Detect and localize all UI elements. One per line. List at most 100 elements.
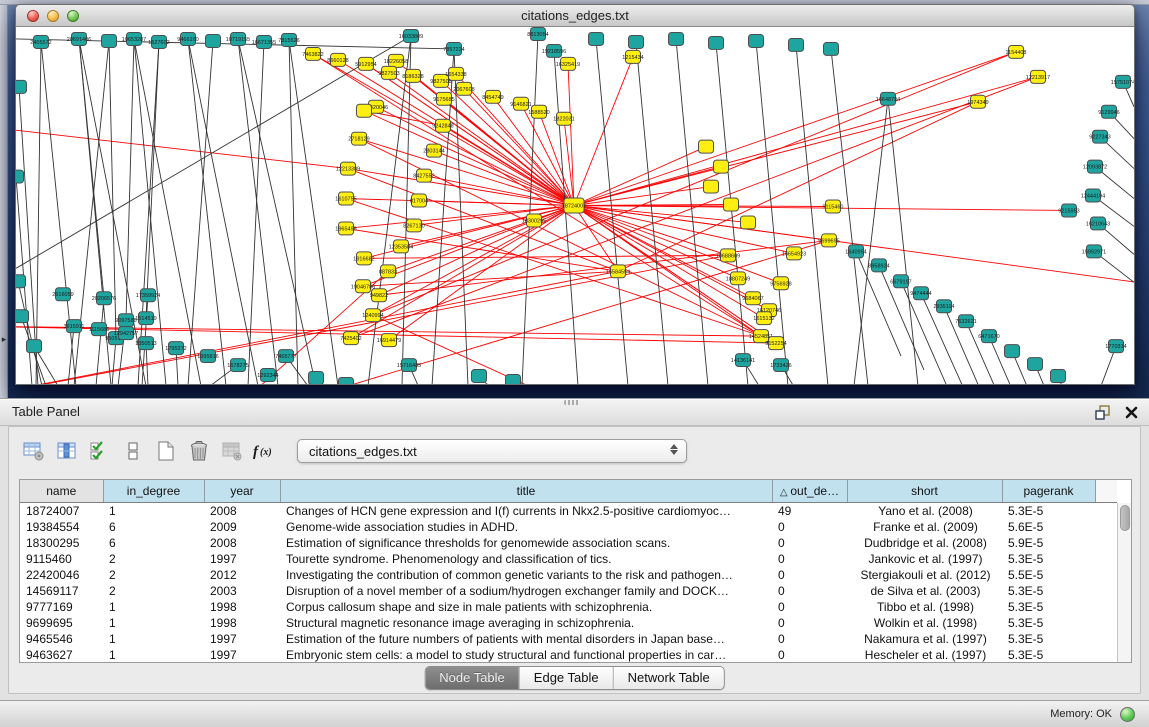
graph-node[interactable]: 8660128 <box>327 53 348 66</box>
graph-node[interactable] <box>699 140 714 153</box>
graph-node[interactable]: 1240994 <box>362 309 383 322</box>
graph-node[interactable]: 2405572 <box>30 35 51 48</box>
graph-node[interactable]: 6471670 <box>978 330 999 343</box>
graph-node[interactable]: 9175685 <box>433 92 454 105</box>
graph-node[interactable]: 1215434 <box>622 50 643 63</box>
graph-node[interactable]: 1292344 <box>257 369 278 382</box>
graph-node[interactable]: 1654338 <box>445 67 466 80</box>
table-row[interactable]: 946362711997Embryonic stem cells: a mode… <box>20 647 1117 663</box>
graph-node[interactable]: 1514519 <box>135 312 156 325</box>
column-header-short[interactable]: short <box>847 480 1002 502</box>
graph-node[interactable]: 1154408 <box>1006 45 1027 58</box>
graph-node[interactable]: 8958924 <box>868 259 889 272</box>
graph-node[interactable]: 9699695 <box>818 234 839 247</box>
graph-node[interactable]: 18724007 <box>562 198 586 213</box>
graph-node[interactable]: 10653287 <box>122 32 146 45</box>
graph-node[interactable]: 9097588 <box>115 314 136 327</box>
graph-node[interactable]: 9756928 <box>770 277 791 290</box>
graph-node[interactable] <box>741 216 756 229</box>
graph-node[interactable]: 20691406 <box>67 32 91 45</box>
graph-node[interactable]: 15716485 <box>397 359 421 372</box>
create-table-icon[interactable] <box>153 437 179 465</box>
graph-node[interactable]: 15992971 <box>1082 245 1106 258</box>
graph-node[interactable]: 8267130 <box>403 219 424 232</box>
memory-status-indicator[interactable] <box>1120 707 1135 722</box>
graph-node[interactable]: 1795272 <box>165 342 186 355</box>
graph-node[interactable]: 7815526 <box>278 33 299 46</box>
tab-edge-table[interactable]: Edge Table <box>519 667 613 689</box>
function-builder-icon[interactable]: f (x) <box>252 437 278 465</box>
graph-node[interactable]: 12093872 <box>1083 160 1107 173</box>
graph-node[interactable] <box>472 370 487 383</box>
graph-node[interactable] <box>339 378 354 384</box>
float-panel-icon[interactable] <box>1094 404 1110 420</box>
graph-node[interactable] <box>357 104 372 117</box>
graph-node[interactable]: 16648794 <box>876 92 900 105</box>
graph-node[interactable] <box>16 80 27 93</box>
graph-node[interactable]: 1615132 <box>753 312 774 325</box>
select-columns-icon[interactable] <box>54 437 80 465</box>
graph-node[interactable]: 7463822 <box>302 47 323 60</box>
table-settings-icon[interactable] <box>21 437 47 465</box>
table-row[interactable]: 1456911722003Disruption of a novel membe… <box>20 583 1117 599</box>
graph-node[interactable]: 9227343 <box>1089 130 1110 143</box>
splitter-grip[interactable] <box>564 400 580 405</box>
table-row[interactable]: 977716911998Corpus callosum shape and si… <box>20 599 1117 615</box>
graph-node[interactable] <box>506 375 521 384</box>
column-header-name[interactable]: name <box>20 480 103 502</box>
close-window-button[interactable] <box>27 10 39 22</box>
column-header-title[interactable]: title <box>280 480 772 502</box>
table-row[interactable]: 1938455462009Genome-wide association stu… <box>20 519 1117 535</box>
graph-node[interactable]: 9129946 <box>1098 105 1119 118</box>
row-options-icon[interactable] <box>120 437 146 465</box>
graph-node[interactable] <box>1051 370 1066 383</box>
graph-node[interactable]: 5912954 <box>355 57 376 70</box>
graph-node[interactable] <box>27 340 42 353</box>
graph-node[interactable] <box>16 170 24 183</box>
graph-node[interactable]: 1115686 <box>89 323 110 336</box>
graph-node[interactable]: 16671355 <box>252 35 276 48</box>
graph-node[interactable]: 1350513 <box>135 337 156 350</box>
table-row[interactable]: 969969511998Structural magnetic resonanc… <box>20 615 1117 631</box>
graph-node[interactable]: 16325419 <box>556 57 580 70</box>
graph-node[interactable]: 1965498 <box>335 222 356 235</box>
graph-node[interactable]: 18807249 <box>726 272 750 285</box>
graph-node[interactable]: 8813054 <box>527 27 548 40</box>
tab-node-table[interactable]: Node Table <box>425 667 519 689</box>
graph-node[interactable]: 7857224 <box>443 42 464 55</box>
graph-node[interactable]: 18300295 <box>522 214 546 227</box>
column-header-year[interactable]: year <box>204 480 280 502</box>
graph-node[interactable]: 14136141 <box>731 354 755 367</box>
graph-node[interactable]: 3915911 <box>64 320 85 333</box>
graph-node[interactable]: 7465777 <box>275 350 296 363</box>
graph-node[interactable] <box>589 32 604 45</box>
zoom-window-button[interactable] <box>67 10 79 22</box>
graph-node[interactable]: 9215953 <box>1058 204 1079 217</box>
graph-node[interactable]: 8454749 <box>482 90 503 103</box>
column-header-in_degree[interactable]: in_degree <box>103 480 204 502</box>
graph-node[interactable] <box>1028 358 1043 371</box>
graph-node[interactable]: 17359924 <box>136 289 160 302</box>
close-panel-icon[interactable] <box>1123 404 1139 420</box>
minimize-window-button[interactable] <box>47 10 59 22</box>
graph-node[interactable]: 1678275 <box>227 359 248 372</box>
table-row[interactable]: 1872400712008Changes of HCN gene express… <box>20 502 1117 519</box>
graph-node[interactable]: 12444194 <box>1081 189 1105 202</box>
graph-node[interactable] <box>669 32 684 45</box>
graph-node[interactable] <box>704 180 719 193</box>
table-row[interactable]: 1830029562008Estimation of significance … <box>20 535 1117 551</box>
graph-node[interactable] <box>102 34 117 47</box>
table-vertical-scrollbar[interactable] <box>1117 503 1131 662</box>
graph-node[interactable] <box>724 198 739 211</box>
graph-node[interactable]: 1916682 <box>353 252 374 265</box>
network-window-titlebar[interactable]: citations_edges.txt <box>15 4 1135 27</box>
graph-node[interactable]: 8427552 <box>413 169 434 182</box>
graph-node[interactable] <box>1005 345 1020 358</box>
graph-node[interactable] <box>16 275 26 288</box>
graph-node[interactable] <box>309 372 324 384</box>
network-canvas[interactable]: 1872400718300295746382286601285912954182… <box>15 27 1135 385</box>
graph-node[interactable]: 12213389 <box>336 162 360 175</box>
graph-node[interactable]: 16914479 <box>377 334 401 347</box>
column-header-out_degree[interactable]: △ out_de… <box>772 480 847 502</box>
apply-column-selection-icon[interactable] <box>87 437 113 465</box>
